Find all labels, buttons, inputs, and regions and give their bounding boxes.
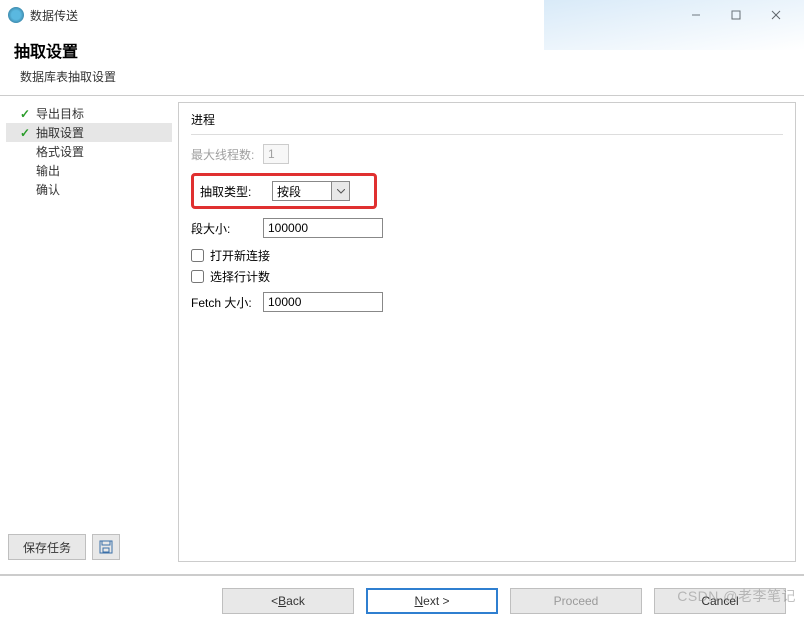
step-confirm[interactable]: ✓ 确认 bbox=[6, 180, 172, 199]
step-label: 抽取设置 bbox=[36, 124, 84, 141]
segment-size-input[interactable] bbox=[263, 218, 383, 238]
open-new-conn-checkbox[interactable] bbox=[191, 249, 204, 262]
settings-panel: 进程 最大线程数: 抽取类型: 按段 段大小: 打开新连接 bbox=[178, 102, 796, 562]
select-row-count-label: 选择行计数 bbox=[210, 268, 270, 285]
open-new-conn-label: 打开新连接 bbox=[210, 247, 270, 264]
extract-type-value: 按段 bbox=[273, 183, 331, 200]
page-heading: 抽取设置 数据库表抽取设置 bbox=[0, 30, 804, 89]
row-fetch-size: Fetch 大小: bbox=[191, 291, 783, 313]
extract-type-highlight: 抽取类型: 按段 bbox=[191, 173, 377, 209]
row-extract-type: 抽取类型: 按段 bbox=[200, 180, 368, 202]
proceed-button: Proceed bbox=[510, 588, 642, 614]
minimize-button[interactable] bbox=[676, 1, 716, 29]
save-config-icon-button[interactable] bbox=[92, 534, 120, 560]
step-label: 输出 bbox=[36, 162, 60, 179]
next-button[interactable]: Next > bbox=[366, 588, 498, 614]
row-max-threads: 最大线程数: bbox=[191, 143, 783, 165]
page-subtitle: 数据库表抽取设置 bbox=[14, 68, 790, 85]
step-output[interactable]: ✓ 输出 bbox=[6, 161, 172, 180]
step-list: ✓ 导出目标 ✓ 抽取设置 ✓ 格式设置 ✓ 输出 ✓ 确认 bbox=[6, 104, 172, 199]
sidebar-actions: 保存任务 bbox=[8, 534, 120, 560]
back-button[interactable]: < Back bbox=[222, 588, 354, 614]
max-threads-label: 最大线程数: bbox=[191, 146, 263, 163]
section-divider bbox=[191, 134, 783, 135]
row-open-new-conn: 打开新连接 bbox=[191, 247, 783, 264]
floppy-icon bbox=[99, 540, 113, 554]
step-label: 导出目标 bbox=[36, 105, 84, 122]
main-area: ✓ 导出目标 ✓ 抽取设置 ✓ 格式设置 ✓ 输出 ✓ 确认 保存任务 bbox=[0, 96, 804, 568]
section-label-process: 进程 bbox=[191, 111, 783, 128]
cancel-button[interactable]: Cancel bbox=[654, 588, 786, 614]
window-controls bbox=[676, 1, 796, 29]
row-segment-size: 段大小: bbox=[191, 217, 783, 239]
row-select-row-count: 选择行计数 bbox=[191, 268, 783, 285]
select-row-count-checkbox[interactable] bbox=[191, 270, 204, 283]
titlebar: 数据传送 bbox=[0, 0, 804, 30]
save-task-button[interactable]: 保存任务 bbox=[8, 534, 86, 560]
maximize-button[interactable] bbox=[716, 1, 756, 29]
step-extract-settings[interactable]: ✓ 抽取设置 bbox=[6, 123, 172, 142]
window-title: 数据传送 bbox=[30, 7, 78, 24]
check-icon: ✓ bbox=[20, 126, 32, 140]
wizard-sidebar: ✓ 导出目标 ✓ 抽取设置 ✓ 格式设置 ✓ 输出 ✓ 确认 保存任务 bbox=[0, 96, 178, 568]
step-label: 格式设置 bbox=[36, 143, 84, 160]
check-icon: ✓ bbox=[20, 107, 32, 121]
back-prefix: < bbox=[271, 594, 278, 608]
segment-size-label: 段大小: bbox=[191, 220, 263, 237]
step-label: 确认 bbox=[36, 181, 60, 198]
step-export-target[interactable]: ✓ 导出目标 bbox=[6, 104, 172, 123]
back-mnemonic: B bbox=[278, 594, 286, 608]
page-title: 抽取设置 bbox=[14, 38, 790, 62]
app-icon bbox=[8, 7, 24, 23]
extract-type-label: 抽取类型: bbox=[200, 183, 272, 200]
fetch-size-input[interactable] bbox=[263, 292, 383, 312]
chevron-down-icon bbox=[331, 182, 349, 200]
wizard-footer: < Back Next > Proceed Cancel bbox=[0, 575, 804, 625]
next-suffix: ext > bbox=[423, 594, 449, 608]
back-suffix: ack bbox=[286, 594, 305, 608]
max-threads-input bbox=[263, 144, 289, 164]
close-button[interactable] bbox=[756, 1, 796, 29]
step-format-settings[interactable]: ✓ 格式设置 bbox=[6, 142, 172, 161]
next-mnemonic: N bbox=[414, 594, 423, 608]
fetch-size-label: Fetch 大小: bbox=[191, 294, 263, 311]
extract-type-dropdown[interactable]: 按段 bbox=[272, 181, 350, 201]
